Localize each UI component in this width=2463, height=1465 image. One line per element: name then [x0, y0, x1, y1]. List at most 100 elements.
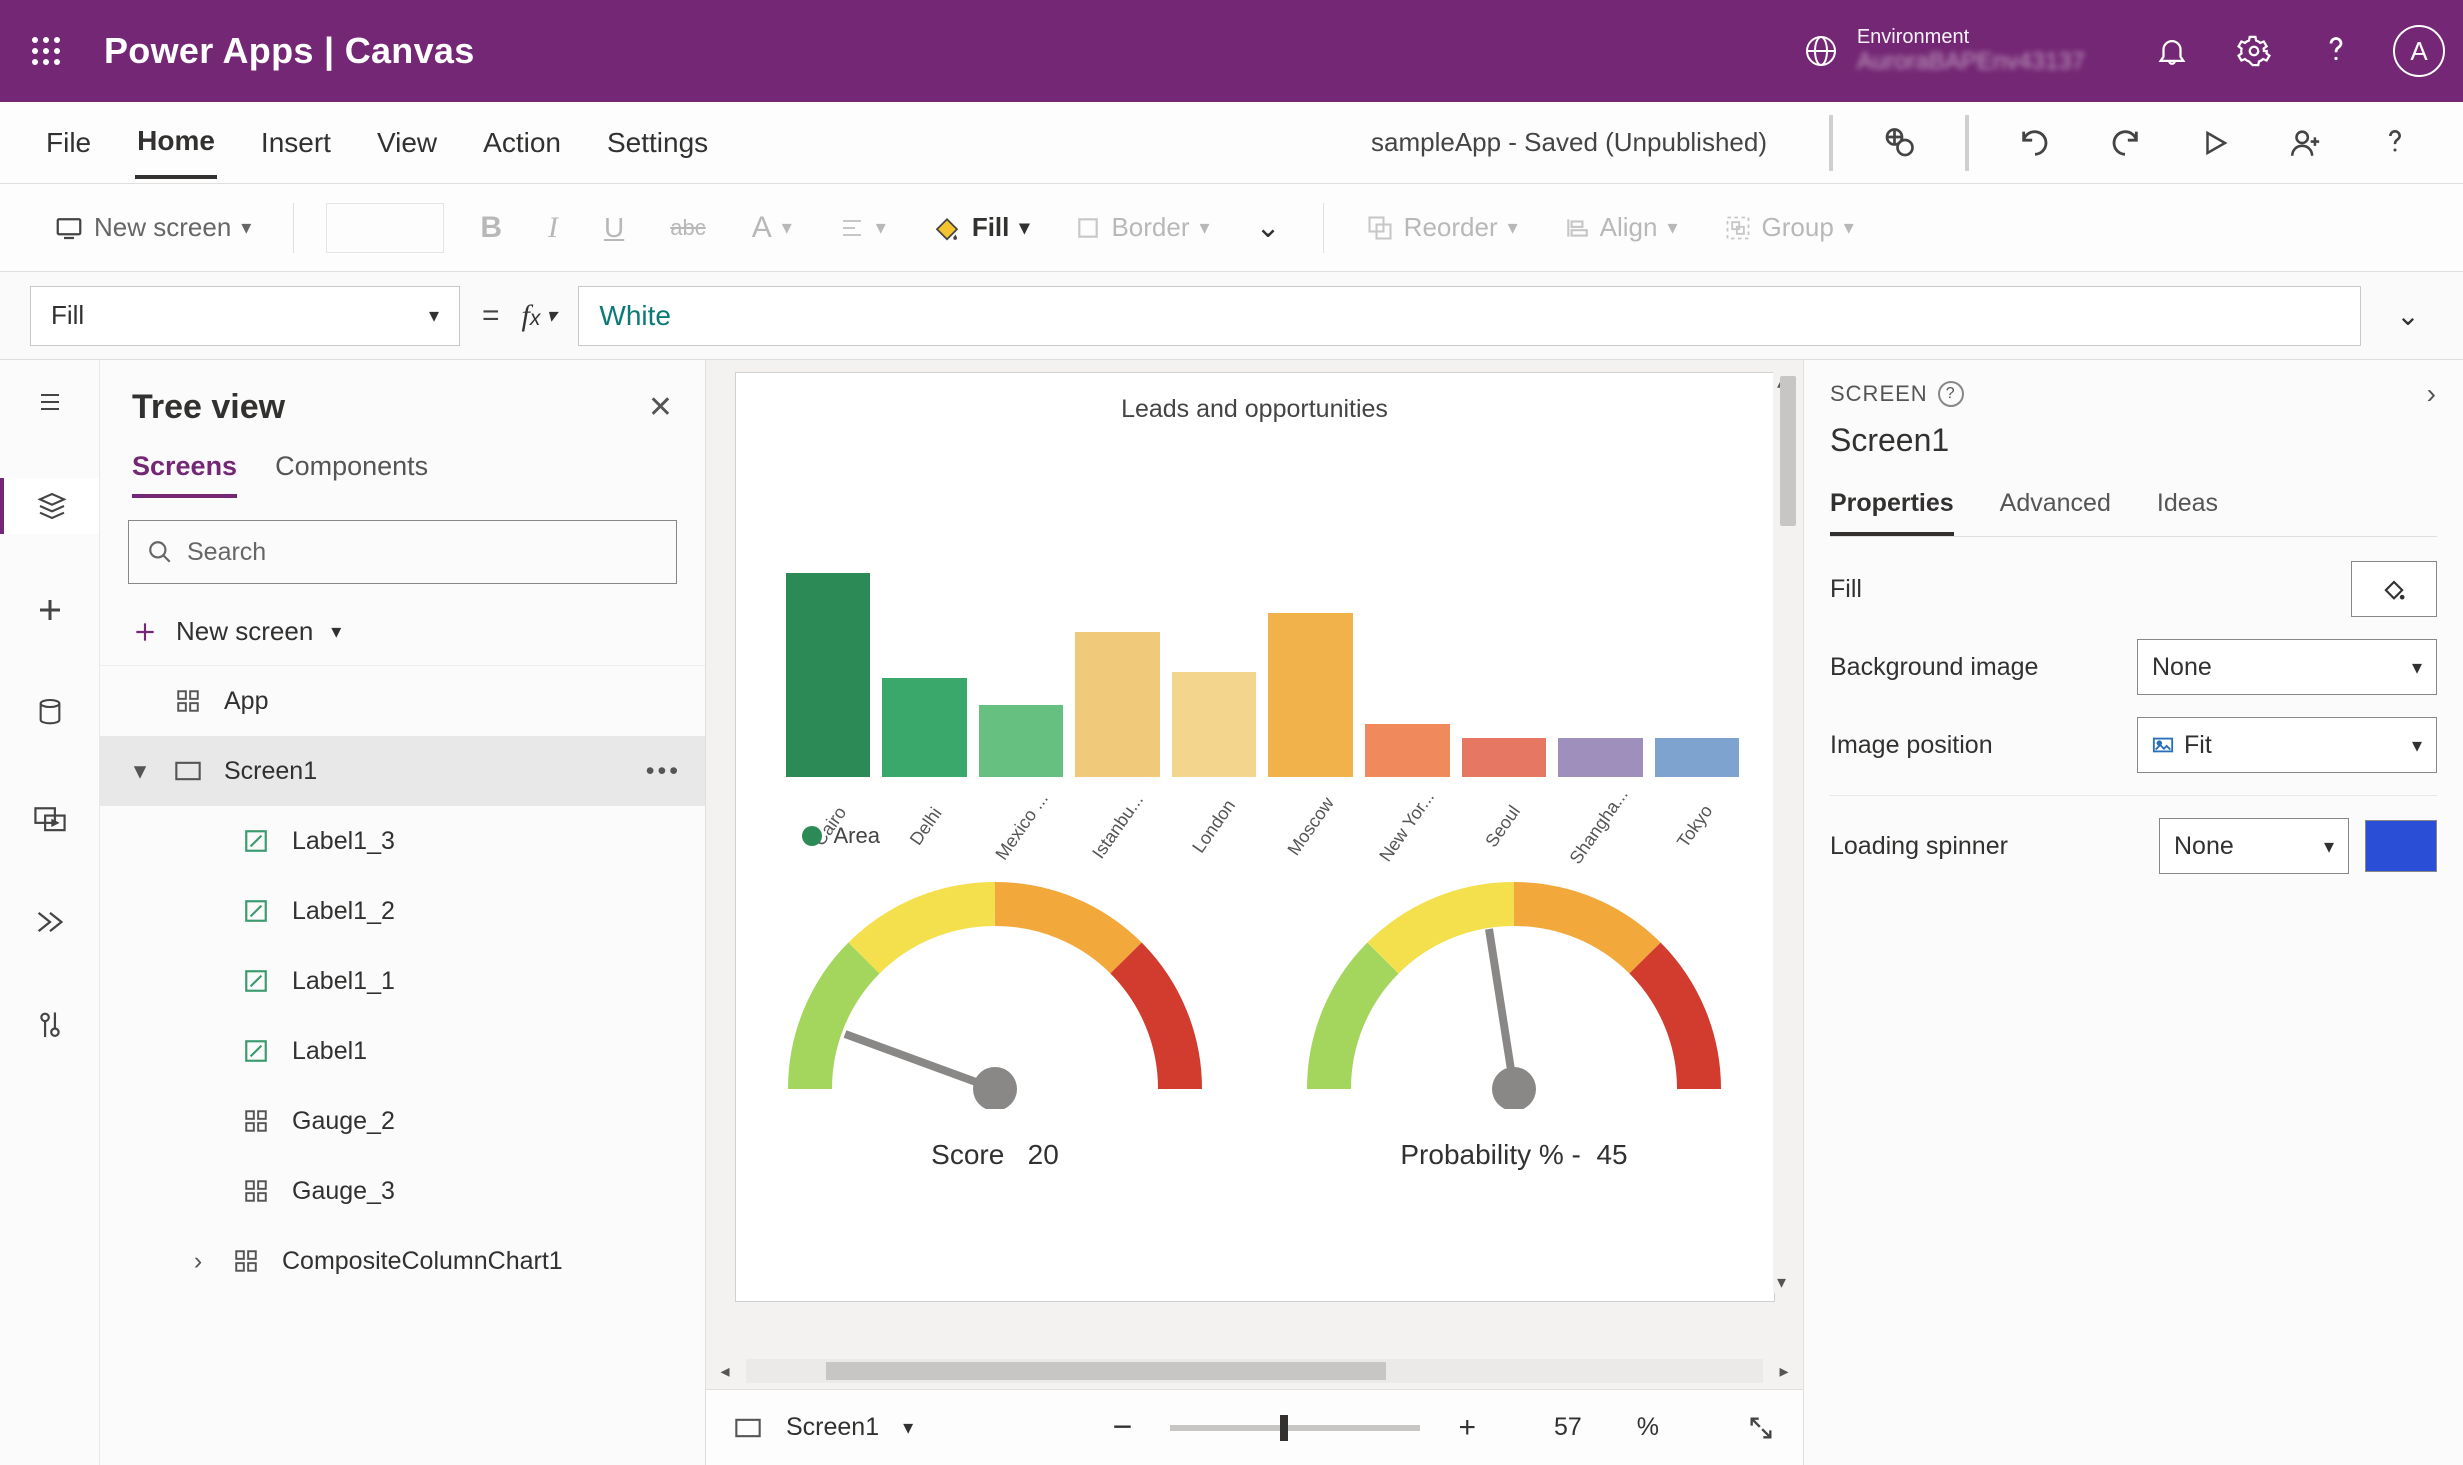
tab-view[interactable]: View	[375, 123, 439, 163]
chart-title: Leads and opportunities	[736, 373, 1774, 424]
bold-button[interactable]: B	[470, 205, 512, 251]
redo-icon[interactable]	[2101, 119, 2149, 167]
app-checker-icon[interactable]	[1875, 119, 1923, 167]
rail-data-icon[interactable]	[22, 686, 78, 742]
prop-bgimage-label: Background image	[1830, 653, 2121, 682]
italic-button[interactable]: I	[538, 205, 568, 251]
app-launcher-icon[interactable]	[18, 23, 74, 79]
align-button[interactable]: Align▾	[1554, 206, 1688, 249]
formula-input[interactable]: White	[578, 286, 2361, 346]
gauge-probability[interactable]: Probability % - 45	[1304, 869, 1724, 1171]
zoom-slider[interactable]	[1170, 1425, 1420, 1431]
tree-item-app[interactable]: App	[100, 666, 705, 736]
tree-new-screen-button[interactable]: New screen ▾	[100, 602, 705, 666]
zoom-in-button[interactable]: +	[1458, 1411, 1476, 1445]
tab-settings[interactable]: Settings	[605, 123, 710, 163]
chevron-right-icon[interactable]: ›	[2427, 378, 2437, 410]
strikethrough-button[interactable]: abc	[660, 209, 715, 247]
label-icon	[240, 825, 272, 857]
zoom-out-button[interactable]: −	[1113, 1408, 1133, 1447]
gauge-score[interactable]: Score 20	[785, 869, 1205, 1171]
tree-search-input[interactable]: Search	[128, 520, 677, 584]
tree-item-gauge-3[interactable]: Gauge_3	[100, 1156, 705, 1226]
vertical-scrollbar[interactable]: ▴▾	[1773, 372, 1803, 1293]
save-status: sampleApp - Saved (Unpublished)	[1369, 123, 1787, 162]
user-avatar[interactable]: A	[2393, 25, 2445, 77]
chart-x-label: Shangha...	[1563, 781, 1635, 872]
prop-fill-label: Fill	[1830, 575, 2335, 604]
tree-item-composite-chart[interactable]: › CompositeColumnChart1	[100, 1226, 705, 1296]
new-screen-button[interactable]: New screen ▾	[44, 206, 261, 249]
tab-insert[interactable]: Insert	[259, 123, 333, 163]
app-title: Power Apps | Canvas	[104, 30, 475, 72]
tab-screens[interactable]: Screens	[132, 451, 237, 498]
help-ribbon-icon[interactable]	[2371, 119, 2419, 167]
undo-icon[interactable]	[2011, 119, 2059, 167]
rail-hamburger-icon[interactable]	[22, 374, 78, 430]
text-align-button[interactable]: ▾	[828, 209, 896, 246]
fx-button[interactable]: fx▾	[522, 299, 557, 333]
tree-item-screen1[interactable]: ▾ Screen1 •••	[100, 736, 705, 806]
group-button[interactable]: Group▾	[1714, 206, 1864, 249]
format-expand-button[interactable]: ⌄	[1246, 204, 1291, 251]
chevron-down-icon[interactable]: ▾	[903, 1415, 913, 1440]
font-size-box[interactable]	[326, 203, 444, 253]
tab-file[interactable]: File	[44, 123, 93, 163]
rail-tree-view-icon[interactable]	[0, 478, 99, 534]
zoom-value: 57	[1554, 1413, 1582, 1442]
prop-spinner-color-swatch[interactable]	[2365, 820, 2437, 872]
help-icon[interactable]	[2311, 26, 2361, 76]
caret-right-icon[interactable]: ›	[186, 1247, 210, 1276]
tab-ideas[interactable]: Ideas	[2157, 479, 2218, 536]
reorder-button[interactable]: Reorder▾	[1356, 206, 1528, 249]
rail-power-automate-icon[interactable]	[22, 894, 78, 950]
property-selector[interactable]: Fill▾	[30, 286, 460, 346]
chart-x-label: Delhi	[890, 781, 962, 872]
fit-to-window-icon[interactable]	[1747, 1414, 1775, 1442]
tree-item-gauge-2[interactable]: Gauge_2	[100, 1086, 705, 1156]
column-chart[interactable]: 3115112216258666 CairoDelhiMexico ...Ist…	[782, 483, 1744, 823]
tree-view-panel: Tree view ✕ Screens Components Search Ne…	[100, 360, 706, 1465]
tab-home[interactable]: Home	[135, 121, 217, 179]
object-name: Screen1	[1830, 422, 2437, 459]
close-icon[interactable]: ✕	[648, 390, 673, 425]
info-icon[interactable]: ?	[1938, 381, 1964, 407]
tree-title: Tree view	[132, 388, 285, 427]
tab-advanced[interactable]: Advanced	[2000, 479, 2111, 536]
prop-imgpos-select[interactable]: Fit ▾	[2137, 717, 2437, 773]
underline-button[interactable]: U	[594, 206, 634, 250]
settings-gear-icon[interactable]	[2229, 26, 2279, 76]
notifications-icon[interactable]	[2147, 26, 2197, 76]
tree-item-label1[interactable]: Label1	[100, 1016, 705, 1086]
tab-components[interactable]: Components	[275, 451, 428, 498]
preview-play-icon[interactable]	[2191, 119, 2239, 167]
tree-item-label1-1[interactable]: Label1_1	[100, 946, 705, 1016]
tree-item-label1-3[interactable]: Label1_3	[100, 806, 705, 876]
prop-fill-color-button[interactable]	[2351, 561, 2437, 617]
fill-button[interactable]: Fill▾	[922, 206, 1040, 249]
screen-canvas[interactable]: Leads and opportunities 3115112216258666…	[735, 372, 1775, 1302]
paint-bucket-icon	[932, 213, 962, 243]
app-grid-icon	[172, 685, 204, 717]
tab-properties[interactable]: Properties	[1830, 479, 1954, 536]
chart-x-label: Istanbu...	[1082, 781, 1154, 872]
label-icon	[240, 965, 272, 997]
rail-tools-icon[interactable]	[22, 998, 78, 1054]
tab-action[interactable]: Action	[481, 123, 563, 163]
component-grid-icon	[240, 1105, 272, 1137]
prop-spinner-select[interactable]: None▾	[2159, 818, 2349, 874]
footer-screen-name[interactable]: Screen1	[786, 1413, 879, 1442]
font-color-button[interactable]: A▾	[742, 205, 802, 251]
rail-insert-icon[interactable]	[22, 582, 78, 638]
rail-media-icon[interactable]	[22, 790, 78, 846]
more-ellipsis-icon[interactable]: •••	[646, 757, 681, 786]
formula-expand-icon[interactable]: ⌄	[2383, 299, 2433, 332]
horizontal-scrollbar[interactable]: ◂▸	[706, 1353, 1803, 1389]
border-button[interactable]: Border▾	[1065, 206, 1219, 249]
prop-bgimage-select[interactable]: None▾	[2137, 639, 2437, 695]
share-user-icon[interactable]	[2281, 119, 2329, 167]
tree-item-label1-2[interactable]: Label1_2	[100, 876, 705, 946]
caret-down-icon[interactable]: ▾	[128, 756, 152, 786]
environment-picker[interactable]: EnvironmentAuroraBAPEnv43137	[1803, 26, 2085, 76]
search-icon	[147, 539, 173, 565]
